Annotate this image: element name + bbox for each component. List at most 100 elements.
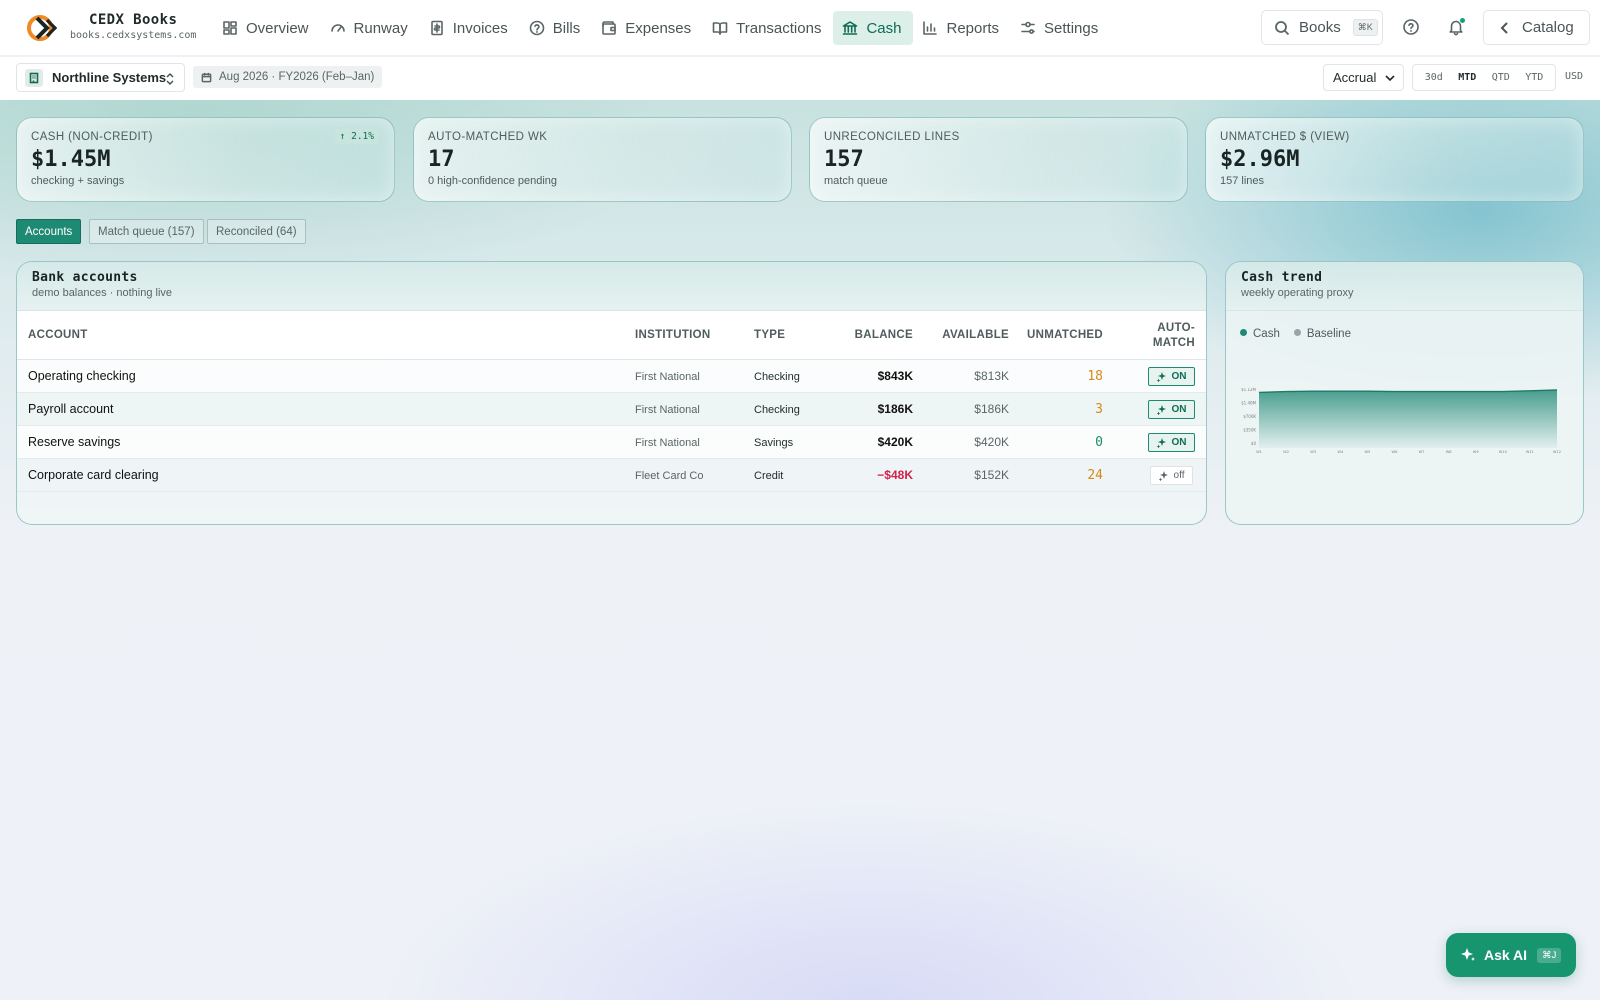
table-row[interactable]: Corporate card clearing Fleet Card Co Cr…	[17, 459, 1206, 492]
chart-legend: Cash Baseline	[1240, 328, 1351, 340]
col-institution[interactable]: INSTITUTION	[635, 329, 711, 341]
unmatched-count: 24	[1087, 468, 1103, 483]
ask-ai-button[interactable]: Ask AI ⌘J	[1446, 933, 1576, 977]
nav-bills[interactable]: Bills	[520, 11, 593, 45]
table-header: ACCOUNT INSTITUTION TYPE BALANCE AVAILAB…	[17, 311, 1206, 360]
kpi-card-unreconciled: Unreconciled lines 157 match queue	[809, 117, 1188, 202]
legend-item-baseline[interactable]: Baseline	[1293, 328, 1351, 340]
account-type: Credit	[754, 470, 784, 482]
kpi-card-auto-matched: Auto-matched wk 17 0 high-confidence pen…	[413, 117, 792, 202]
nav-expenses[interactable]: Expenses	[592, 11, 703, 45]
kpi-value: 157	[824, 147, 864, 172]
institution: First National	[635, 371, 700, 383]
nav-overview-label: Overview	[246, 19, 309, 37]
unmatched-count: 0	[1095, 435, 1103, 450]
nav-overview[interactable]: Overview	[213, 11, 321, 45]
cedx-logo[interactable]	[27, 14, 57, 42]
legend-item-cash[interactable]: Cash	[1240, 328, 1280, 340]
auto-match-toggle[interactable]: ON	[1148, 367, 1195, 386]
kpi-value: 17	[428, 147, 455, 172]
notification-dot	[1459, 17, 1466, 24]
col-unmatched[interactable]: UNMATCHED	[1027, 329, 1103, 341]
nav-transactions[interactable]: Transactions	[703, 11, 833, 45]
nav-transactions-label: Transactions	[736, 19, 822, 37]
auto-match-state: ON	[1171, 404, 1187, 415]
chevron-down-icon	[1385, 75, 1395, 82]
period-selector[interactable]: Aug 2026 · FY2026 (Feb–Jan)	[193, 66, 383, 88]
account-name: Reserve savings	[28, 435, 121, 449]
ask-ai-shortcut: ⌘J	[1537, 947, 1562, 963]
balance: $186K	[877, 402, 913, 416]
x-tick-label: W8	[1446, 450, 1453, 454]
sparkle-icon	[1156, 437, 1166, 448]
building-icon	[25, 68, 43, 87]
nav-cash-label: Cash	[866, 19, 902, 37]
kpi-sub: 0 high-confidence pending	[428, 175, 558, 187]
notifications-button[interactable]	[1447, 17, 1467, 38]
kpi-sub: 157 lines	[1220, 175, 1265, 187]
col-auto-match-line1[interactable]: AUTO-	[1157, 322, 1195, 334]
auto-match-toggle[interactable]: off	[1150, 466, 1193, 485]
nav-invoices[interactable]: Invoices	[420, 11, 520, 45]
cash-area	[1259, 390, 1557, 448]
company-name: Northline Systems	[52, 70, 167, 85]
col-available[interactable]: AVAILABLE	[942, 329, 1009, 341]
range-30d[interactable]: 30d	[1420, 68, 1448, 87]
col-type[interactable]: TYPE	[754, 329, 785, 341]
nav-expenses-label: Expenses	[625, 19, 692, 37]
sparkle-icon	[1158, 470, 1168, 481]
auto-match-state: ON	[1171, 437, 1187, 448]
y-tick-label: $350K	[1243, 428, 1256, 433]
kpi-sub: checking + savings	[31, 175, 125, 187]
nav-reports[interactable]: Reports	[913, 11, 1011, 45]
available: $420K	[974, 435, 1009, 449]
y-tick-label: $1.40M	[1241, 401, 1256, 406]
search-button[interactable]: Books ⌘K	[1261, 10, 1383, 45]
app-name: CEDX Books	[89, 12, 178, 28]
trend-up-badge: ↑ 2.1%	[334, 129, 379, 144]
account-type: Checking	[754, 371, 800, 383]
range-mtd[interactable]: MTD	[1453, 68, 1481, 87]
nav-settings[interactable]: Settings	[1011, 11, 1110, 45]
table-row[interactable]: Reserve savings First National Savings $…	[17, 426, 1206, 459]
auto-match-toggle[interactable]: ON	[1148, 400, 1195, 419]
range-ytd[interactable]: YTD	[1520, 68, 1548, 87]
tab-accounts[interactable]: Accounts	[16, 219, 82, 244]
catalog-button[interactable]: Catalog	[1483, 10, 1590, 45]
search-label: Books	[1299, 19, 1341, 36]
range-qtd[interactable]: QTD	[1487, 68, 1515, 87]
available: $186K	[974, 402, 1009, 416]
unmatched-count: 18	[1087, 369, 1103, 384]
kpi-label: Auto-matched wk	[428, 131, 548, 143]
cash-trend-panel: Cash trend weekly operating proxy Cash B…	[1225, 261, 1584, 525]
main-nav: Overview Runway Invoices Bills Expenses …	[213, 11, 1110, 45]
panel-title: Cash trend	[1241, 270, 1323, 285]
col-auto-match-line2[interactable]: MATCH	[1153, 337, 1195, 349]
x-tick-label: W1	[1256, 450, 1262, 454]
accounting-basis-select[interactable]: Accrual	[1323, 64, 1404, 91]
nav-cash[interactable]: Cash	[833, 11, 914, 45]
col-account[interactable]: ACCOUNT	[28, 329, 88, 341]
gauge-icon	[330, 24, 345, 32]
x-tick-label: W11	[1526, 450, 1534, 454]
table-row[interactable]: Operating checking First National Checki…	[17, 360, 1206, 393]
balance: $420K	[877, 435, 913, 449]
help-button[interactable]	[1402, 18, 1422, 38]
available: $813K	[974, 369, 1009, 383]
invoice-icon	[430, 20, 443, 36]
available: $152K	[974, 468, 1009, 482]
nav-runway[interactable]: Runway	[321, 11, 420, 45]
nav-settings-label: Settings	[1044, 19, 1099, 37]
company-selector[interactable]: Northline Systems	[16, 63, 185, 92]
col-balance[interactable]: BALANCE	[855, 329, 913, 341]
panel-title: Bank accounts	[32, 270, 138, 285]
auto-match-toggle[interactable]: ON	[1148, 433, 1195, 452]
help-circle-icon	[529, 20, 545, 36]
panel-subtitle: weekly operating proxy	[1241, 287, 1354, 299]
tab-match-queue[interactable]: Match queue (157)	[89, 219, 204, 244]
sparkle-icon	[1156, 404, 1166, 415]
account-name: Corporate card clearing	[28, 468, 159, 482]
tab-reconciled[interactable]: Reconciled (64)	[207, 219, 306, 244]
table-row[interactable]: Payroll account First National Checking …	[17, 393, 1206, 426]
account-name: Operating checking	[28, 369, 136, 383]
